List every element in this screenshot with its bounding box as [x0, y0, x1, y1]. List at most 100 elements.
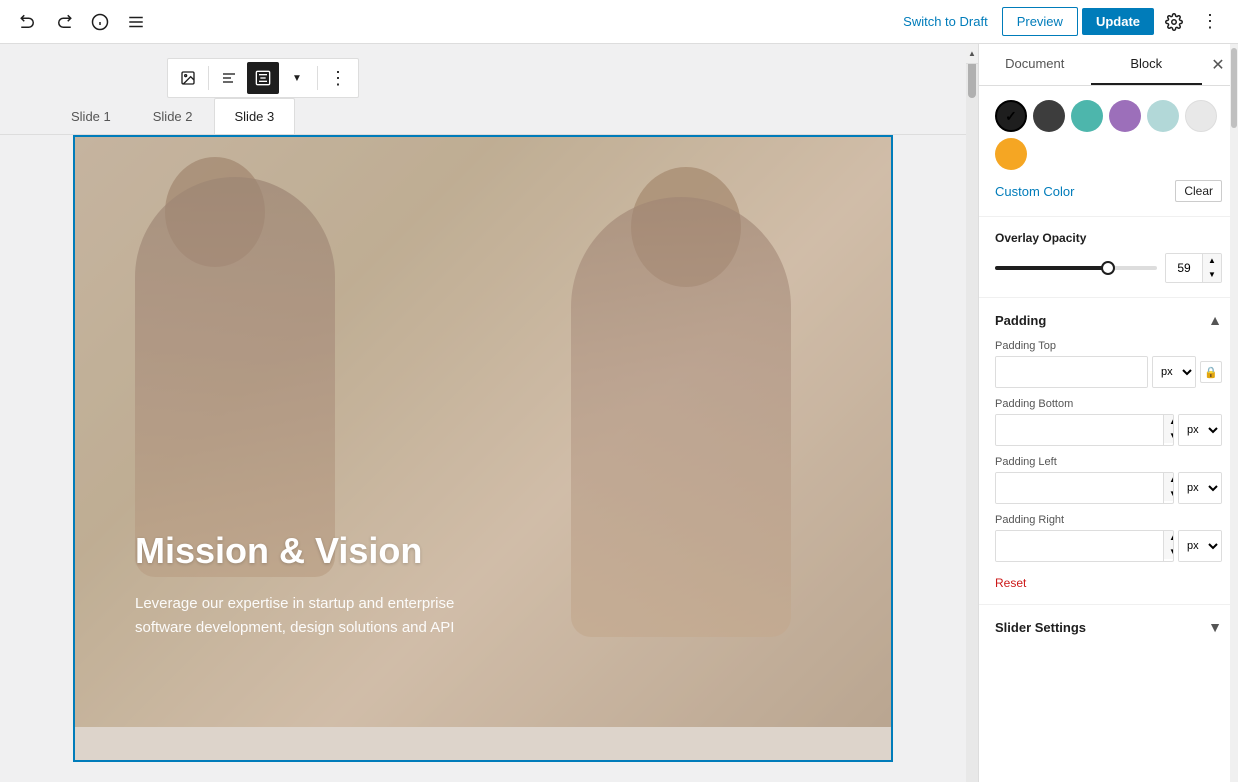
opacity-row: ▲ ▼: [995, 253, 1222, 283]
padding-right-spin-down[interactable]: ▼: [1164, 545, 1174, 559]
padding-left-row: Padding Left ▲ ▼ px em: [995, 456, 1222, 504]
padding-top-input-wrap: ▲ ▼: [995, 356, 1148, 388]
padding-right-input[interactable]: [996, 531, 1163, 561]
padding-right-row: Padding Right ▲ ▼ px em: [995, 514, 1222, 562]
slider-settings-collapse[interactable]: ▼: [1208, 619, 1222, 635]
padding-top-row: Padding Top ▲ ▼ px em: [995, 340, 1222, 388]
color-swatch-lightgray[interactable]: [1185, 100, 1217, 132]
padding-left-spin-down[interactable]: ▼: [1164, 487, 1174, 501]
padding-top-unit-wrap: px em %: [1152, 356, 1196, 388]
slide-title: Mission & Vision: [135, 530, 454, 572]
tabs-and-canvas: ▼ ⋮ Slide 1 Slide 2 Slide 3: [0, 44, 966, 782]
opacity-input[interactable]: [1166, 254, 1202, 282]
padding-left-unit[interactable]: px em %: [1179, 473, 1221, 503]
opacity-spin-up[interactable]: ▲: [1203, 254, 1221, 268]
opacity-input-wrap: ▲ ▼: [1165, 253, 1222, 283]
padding-left-spinners: ▲ ▼: [1163, 473, 1174, 503]
color-swatches: [995, 100, 1222, 170]
padding-left-input-row: ▲ ▼ px em %: [995, 472, 1222, 504]
update-button[interactable]: Update: [1082, 8, 1154, 35]
padding-bottom-row: Padding Bottom ▲ ▼ px em: [995, 398, 1222, 446]
slide-subtitle: Leverage our expertise in startup and en…: [135, 592, 454, 640]
panel-scrollbar[interactable]: [1230, 44, 1238, 782]
block-toolbar: ▼ ⋮: [167, 58, 359, 98]
panel-scroll-thumb: [1231, 48, 1237, 128]
panel-scroll[interactable]: Custom Color Clear Overlay Opacity ▲ ▼: [979, 86, 1238, 782]
color-actions: Custom Color Clear: [995, 180, 1222, 202]
padding-bottom-input[interactable]: [996, 415, 1163, 445]
editor-scrollbar[interactable]: [966, 44, 978, 782]
slide-tab-2[interactable]: Slide 2: [132, 98, 214, 134]
padding-top-label: Padding Top: [995, 340, 1222, 352]
padding-right-input-row: ▲ ▼ px em %: [995, 530, 1222, 562]
padding-bottom-unit[interactable]: px em %: [1179, 415, 1221, 445]
redo-button[interactable]: [48, 6, 80, 38]
image-block-button[interactable]: [172, 62, 204, 94]
slider-settings-section: Slider Settings ▼: [979, 605, 1238, 649]
opacity-thumb: [1101, 261, 1115, 275]
padding-reset-button[interactable]: Reset: [995, 576, 1026, 590]
padding-left-label: Padding Left: [995, 456, 1222, 468]
padding-collapse-button[interactable]: ▲: [1208, 312, 1222, 328]
padding-top-input-row: ▲ ▼ px em % 🔒: [995, 356, 1222, 388]
undo-button[interactable]: [12, 6, 44, 38]
tab-document[interactable]: Document: [979, 44, 1091, 85]
padding-bottom-spin-down[interactable]: ▼: [1164, 429, 1174, 443]
padding-bottom-unit-wrap: px em %: [1178, 414, 1222, 446]
slide-tab-1[interactable]: Slide 1: [50, 98, 132, 134]
custom-color-button[interactable]: Custom Color: [995, 184, 1074, 199]
block-options-arrow[interactable]: ▼: [281, 62, 313, 94]
padding-top-input[interactable]: [996, 357, 1148, 387]
align-left-button[interactable]: [213, 62, 245, 94]
padding-bottom-input-row: ▲ ▼ px em %: [995, 414, 1222, 446]
switch-to-draft-button[interactable]: Switch to Draft: [893, 8, 998, 35]
info-button[interactable]: [84, 6, 116, 38]
padding-bottom-label: Padding Bottom: [995, 398, 1222, 410]
padding-top-unit[interactable]: px em %: [1153, 357, 1195, 387]
padding-section: Padding ▲ Padding Top ▲ ▼: [979, 298, 1238, 605]
color-section: Custom Color Clear: [979, 86, 1238, 217]
padding-left-input[interactable]: [996, 473, 1163, 503]
color-swatch-teal[interactable]: [1071, 100, 1103, 132]
slides-tabs: Slide 1 Slide 2 Slide 3: [0, 98, 966, 135]
slider-settings-title: Slider Settings: [995, 620, 1086, 635]
list-button[interactable]: [120, 6, 152, 38]
right-panel: Document Block ✕ Custom Co: [978, 44, 1238, 782]
slide-text-content: Mission & Vision Leverage our expertise …: [135, 530, 454, 640]
color-swatch-purple[interactable]: [1109, 100, 1141, 132]
settings-button[interactable]: [1158, 6, 1190, 38]
slide-tab-3[interactable]: Slide 3: [214, 98, 296, 134]
tab-block[interactable]: Block: [1091, 44, 1203, 85]
block-toolbar-row: ▼ ⋮: [0, 44, 966, 98]
padding-left-spin-up[interactable]: ▲: [1164, 473, 1174, 487]
color-swatch-darkgray[interactable]: [1033, 100, 1065, 132]
overlay-section: Overlay Opacity ▲ ▼: [979, 217, 1238, 298]
padding-right-spin-up[interactable]: ▲: [1164, 531, 1174, 545]
align-center-button[interactable]: [247, 62, 279, 94]
panel-collapse-top[interactable]: ▲: [966, 44, 978, 64]
more-options-button[interactable]: ⋮: [1194, 6, 1226, 38]
block-more-button[interactable]: ⋮: [322, 62, 354, 94]
slide-overlay: [75, 137, 891, 760]
color-swatch-orange[interactable]: [995, 138, 1027, 170]
color-swatch-lightblue[interactable]: [1147, 100, 1179, 132]
padding-bottom-input-wrap: ▲ ▼: [995, 414, 1174, 446]
opacity-spin-down[interactable]: ▼: [1203, 268, 1221, 282]
top-toolbar: Switch to Draft Preview Update ⋮: [0, 0, 1238, 44]
editor-wrapper: ▼ ⋮ Slide 1 Slide 2 Slide 3: [0, 44, 978, 782]
padding-right-unit-wrap: px em %: [1178, 530, 1222, 562]
padding-bottom-spin-up[interactable]: ▲: [1164, 415, 1174, 429]
padding-left-input-wrap: ▲ ▼: [995, 472, 1174, 504]
preview-button[interactable]: Preview: [1002, 7, 1078, 36]
padding-lock-button[interactable]: 🔒: [1200, 361, 1222, 383]
opacity-slider[interactable]: [995, 266, 1157, 270]
color-swatch-black[interactable]: [995, 100, 1027, 132]
overlay-opacity-label: Overlay Opacity: [995, 231, 1222, 245]
padding-right-spinners: ▲ ▼: [1163, 531, 1174, 561]
slide-frame[interactable]: Mission & Vision Leverage our expertise …: [73, 135, 893, 762]
main-area: ▼ ⋮ Slide 1 Slide 2 Slide 3: [0, 44, 1238, 782]
padding-header: Padding ▲: [995, 312, 1222, 328]
padding-bottom-spinners: ▲ ▼: [1163, 415, 1174, 445]
clear-color-button[interactable]: Clear: [1175, 180, 1222, 202]
padding-right-unit[interactable]: px em %: [1179, 531, 1221, 561]
